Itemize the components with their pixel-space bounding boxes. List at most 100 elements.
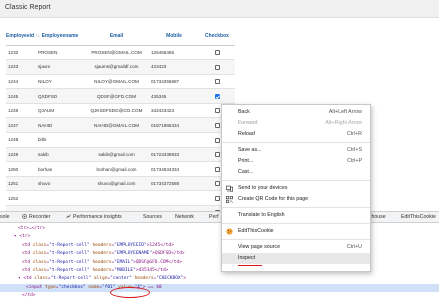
cell-employeename: sjaum (36, 59, 84, 75)
menu-item-label: Send to your devices (238, 185, 288, 191)
column-header-mobile[interactable]: Mobile (149, 28, 199, 46)
menu-item-send-to-your-devices[interactable]: Send to your devices (222, 183, 370, 194)
menu-item-label: Translate to English (238, 212, 285, 218)
cell-checkbox (199, 59, 235, 75)
column-header-employeename[interactable]: Employeename (36, 28, 84, 46)
cell-mobile: 01734256687 (149, 74, 199, 90)
recorder-icon (22, 214, 27, 219)
table-row: 1248 bithi (6, 132, 235, 148)
devtools-tab-sole[interactable]: sole (0, 214, 10, 220)
cell-employeename: bithi (36, 132, 84, 148)
menu-separator (222, 207, 370, 208)
row-checkbox[interactable] (214, 64, 220, 70)
menu-item-shortcut: Ctrl+U (346, 244, 362, 250)
devtools-tab-network[interactable]: Network (175, 214, 194, 220)
devtools-tab-thouse[interactable]: thouse (370, 214, 386, 220)
table-row: 1247 NAHID NAHID@GMAIL.COM 01671886334 (6, 117, 235, 134)
menu-item-label: Inspect (238, 255, 256, 261)
devtools-tab-editthiscookie[interactable]: EditThisCookie (401, 214, 436, 220)
cell-employeeid: 1245 (6, 88, 36, 104)
devtools-tab-recorder[interactable]: Recorder (22, 214, 50, 220)
menu-item-view-page-source[interactable]: View page source Ctrl+U (222, 242, 370, 253)
menu-item-shortcut: Ctrl+S (347, 147, 362, 153)
menu-item-label: Reload (238, 131, 255, 137)
menu-item-cast[interactable]: Cast... (222, 167, 370, 178)
dom-node-line[interactable]: <td class="t-Report-cell" headers="EMPLO… (0, 242, 439, 250)
cell-mobile (149, 190, 199, 207)
row-checkbox[interactable] (214, 79, 220, 85)
dom-node-line[interactable]: <tr>…</tr> (0, 225, 439, 233)
cell-mobile (149, 132, 199, 148)
dom-node-line[interactable]: <td class="t-Report-cell" headers="EMAIL… (0, 259, 439, 267)
cell-mobile: 01734634334 (149, 161, 199, 177)
cell-mobile: 423423 (149, 59, 199, 75)
menu-item-label: Forward (238, 120, 258, 126)
devtools-tab-performance-insights[interactable]: Performance insights (66, 214, 122, 220)
dom-node-line[interactable]: ▾ <tr> (0, 233, 439, 241)
row-checkbox[interactable] (214, 181, 220, 187)
cell-employeename: NAHID (36, 117, 84, 134)
menu-item-shortcut: Ctrl+R (346, 131, 362, 137)
cell-employeename: shuvo (36, 176, 84, 192)
menu-separator (222, 142, 370, 143)
annotation-circle (110, 287, 150, 298)
cell-employeename: borhan (36, 161, 84, 177)
menu-item-label: Back (238, 109, 250, 115)
row-checkbox[interactable] (214, 108, 220, 114)
menu-item-forward[interactable]: Forward Alt+Right Arrow (222, 118, 370, 129)
devtools-tab-bar: sole Recorder Performance insights Sources N… (0, 211, 439, 223)
cell-employeeid: 1251 (6, 176, 36, 192)
cell-email: borhan@gmail.com (84, 161, 149, 177)
cell-employeename: PROSEN (36, 45, 84, 61)
menu-item-label: View page source (238, 244, 281, 250)
menu-item-translate-to-english[interactable]: Translate to English (222, 210, 370, 221)
menu-item-label: EditThisCookie (238, 228, 274, 234)
row-checkbox[interactable] (214, 122, 220, 128)
menu-item-shortcut: Ctrl+P (347, 158, 362, 164)
dom-node-line[interactable]: <td class="t-Report-cell" headers="EMPLO… (0, 250, 439, 258)
annotation-underline (238, 265, 262, 267)
dom-node-line[interactable]: </td> (0, 292, 439, 300)
cell-email (84, 190, 149, 207)
devtools-tab-perf[interactable]: Perf (209, 214, 219, 220)
table-header-row: Employeeid↑↓ Employeename Email Mobile C… (6, 28, 235, 46)
menu-item-reload[interactable]: Reload Ctrl+R (222, 129, 370, 140)
sort-icon[interactable]: ↑↓ (35, 33, 40, 39)
menu-item-create-qr-code-for-this-page[interactable]: Create QR Code for this page (222, 194, 370, 205)
column-header-employeeid[interactable]: Employeeid↑↓ (6, 28, 40, 46)
devtools-elements-panel: <tr>…</tr> ▾ <tr> <td class="t-Report-cell… (0, 223, 439, 302)
cell-employeeid: 1248 (6, 132, 36, 148)
menu-item-inspect[interactable]: Inspect (222, 253, 370, 264)
dom-node-line[interactable]: <td class="t-Report-cell" headers="MOBIL… (0, 267, 439, 275)
selected-dom-node[interactable]: <input type="checkbox" name="f01" value=… (0, 283, 439, 292)
table-row: 1243 sjaum sjaums@gmaildf.com 423423 (6, 59, 235, 75)
menu-item-editthiscookie[interactable]: EditThisCookie (222, 226, 370, 237)
menu-item-label: Save as... (238, 147, 262, 153)
devices-icon (226, 185, 233, 192)
column-header-checkbox[interactable]: Checkbox (199, 28, 235, 46)
row-checkbox[interactable] (214, 93, 220, 99)
row-checkbox[interactable] (214, 137, 220, 143)
row-checkbox[interactable] (214, 49, 220, 55)
cell-email: QJKSDFSDG@GG.COM (84, 103, 149, 119)
column-header-email[interactable]: Email (84, 28, 149, 46)
menu-item-save-as[interactable]: Save as... Ctrl+S (222, 145, 370, 156)
cell-employeeid: 1246 (6, 103, 36, 119)
row-checkbox[interactable] (214, 166, 220, 172)
qr-code-icon (226, 196, 233, 203)
menu-item-print[interactable]: Print... Ctrl+P (222, 156, 370, 167)
row-checkbox[interactable] (214, 152, 220, 158)
cell-email: PROSEN@GMAIL.COM (84, 45, 149, 61)
table-row: 1252 (6, 190, 235, 207)
row-checkbox[interactable] (214, 195, 220, 201)
cell-employeename: NILOY (36, 74, 84, 90)
dom-node-line[interactable]: ▾ <td class="t-Report-cell" align="cente… (0, 275, 439, 283)
cell-employeeid: 1249 (6, 147, 36, 163)
menu-item-back[interactable]: Back Alt+Left Arrow (222, 107, 370, 118)
devtools-tab-sources[interactable]: Sources (143, 214, 162, 220)
cell-checkbox (199, 88, 235, 104)
cell-employeeid: 1243 (6, 59, 36, 75)
cookie-icon (226, 228, 233, 235)
classic-report-table: Employeeid↑↓ Employeename Email Mobile C… (6, 28, 235, 221)
menu-separator (222, 239, 370, 240)
